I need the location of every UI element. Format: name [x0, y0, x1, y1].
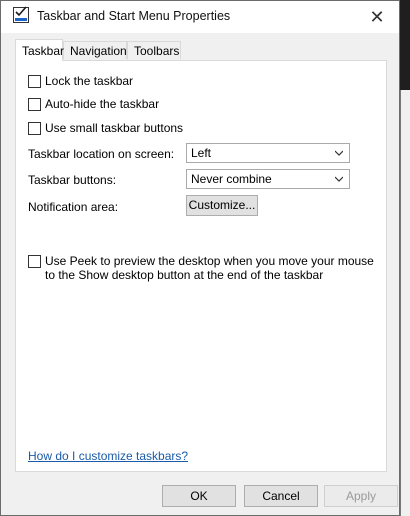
chevron-down-icon — [335, 176, 343, 182]
apply-button[interactable]: Apply — [324, 485, 398, 507]
window-title: Taskbar and Start Menu Properties — [37, 9, 231, 23]
help-link[interactable]: How do I customize taskbars? — [28, 449, 188, 463]
notification-area-label: Notification area: — [28, 200, 119, 214]
taskbar-buttons-label: Taskbar buttons: — [28, 173, 117, 187]
tab-navigation[interactable]: Navigation — [63, 41, 127, 59]
auto-hide-label: Auto-hide the taskbar — [45, 97, 160, 111]
peek-checkbox[interactable] — [28, 255, 41, 268]
chevron-down-icon — [335, 150, 343, 156]
cancel-button[interactable]: Cancel — [244, 485, 318, 507]
close-button[interactable]: ✕ — [355, 1, 399, 33]
checkmark-icon — [15, 6, 27, 17]
properties-dialog: Taskbar and Start Menu Properties ✕ Task… — [0, 0, 400, 516]
location-label: Taskbar location on screen: — [28, 147, 175, 161]
taskbar-properties-icon — [13, 6, 29, 23]
auto-hide-option[interactable]: Auto-hide the taskbar — [28, 97, 159, 111]
tab-taskbar[interactable]: Taskbar — [15, 39, 64, 61]
ok-button[interactable]: OK — [162, 485, 236, 507]
taskbar-buttons-select[interactable]: Never combine — [186, 169, 350, 189]
peek-label: Use Peek to preview the desktop when you… — [45, 254, 374, 282]
customize-button[interactable]: Customize... — [186, 195, 258, 216]
tab-toolbars[interactable]: Toolbars — [127, 41, 181, 59]
lock-taskbar-checkbox[interactable] — [28, 75, 41, 88]
peek-option[interactable]: Use Peek to preview the desktop when you… — [28, 254, 378, 282]
close-icon: ✕ — [369, 6, 385, 27]
location-select-value: Left — [191, 146, 212, 160]
title-bar[interactable]: Taskbar and Start Menu Properties ✕ — [1, 1, 399, 33]
lock-taskbar-option[interactable]: Lock the taskbar — [28, 74, 133, 88]
taskbar-tab-panel: Lock the taskbar Auto-hide the taskbar U… — [15, 60, 387, 472]
background-dark-area — [400, 0, 410, 90]
location-select[interactable]: Left — [186, 143, 350, 163]
auto-hide-checkbox[interactable] — [28, 98, 41, 111]
lock-taskbar-label: Lock the taskbar — [45, 74, 134, 88]
taskbar-buttons-select-value: Never combine — [191, 172, 272, 186]
small-buttons-checkbox[interactable] — [28, 122, 41, 135]
small-buttons-option[interactable]: Use small taskbar buttons — [28, 121, 183, 135]
small-buttons-label: Use small taskbar buttons — [45, 121, 184, 135]
